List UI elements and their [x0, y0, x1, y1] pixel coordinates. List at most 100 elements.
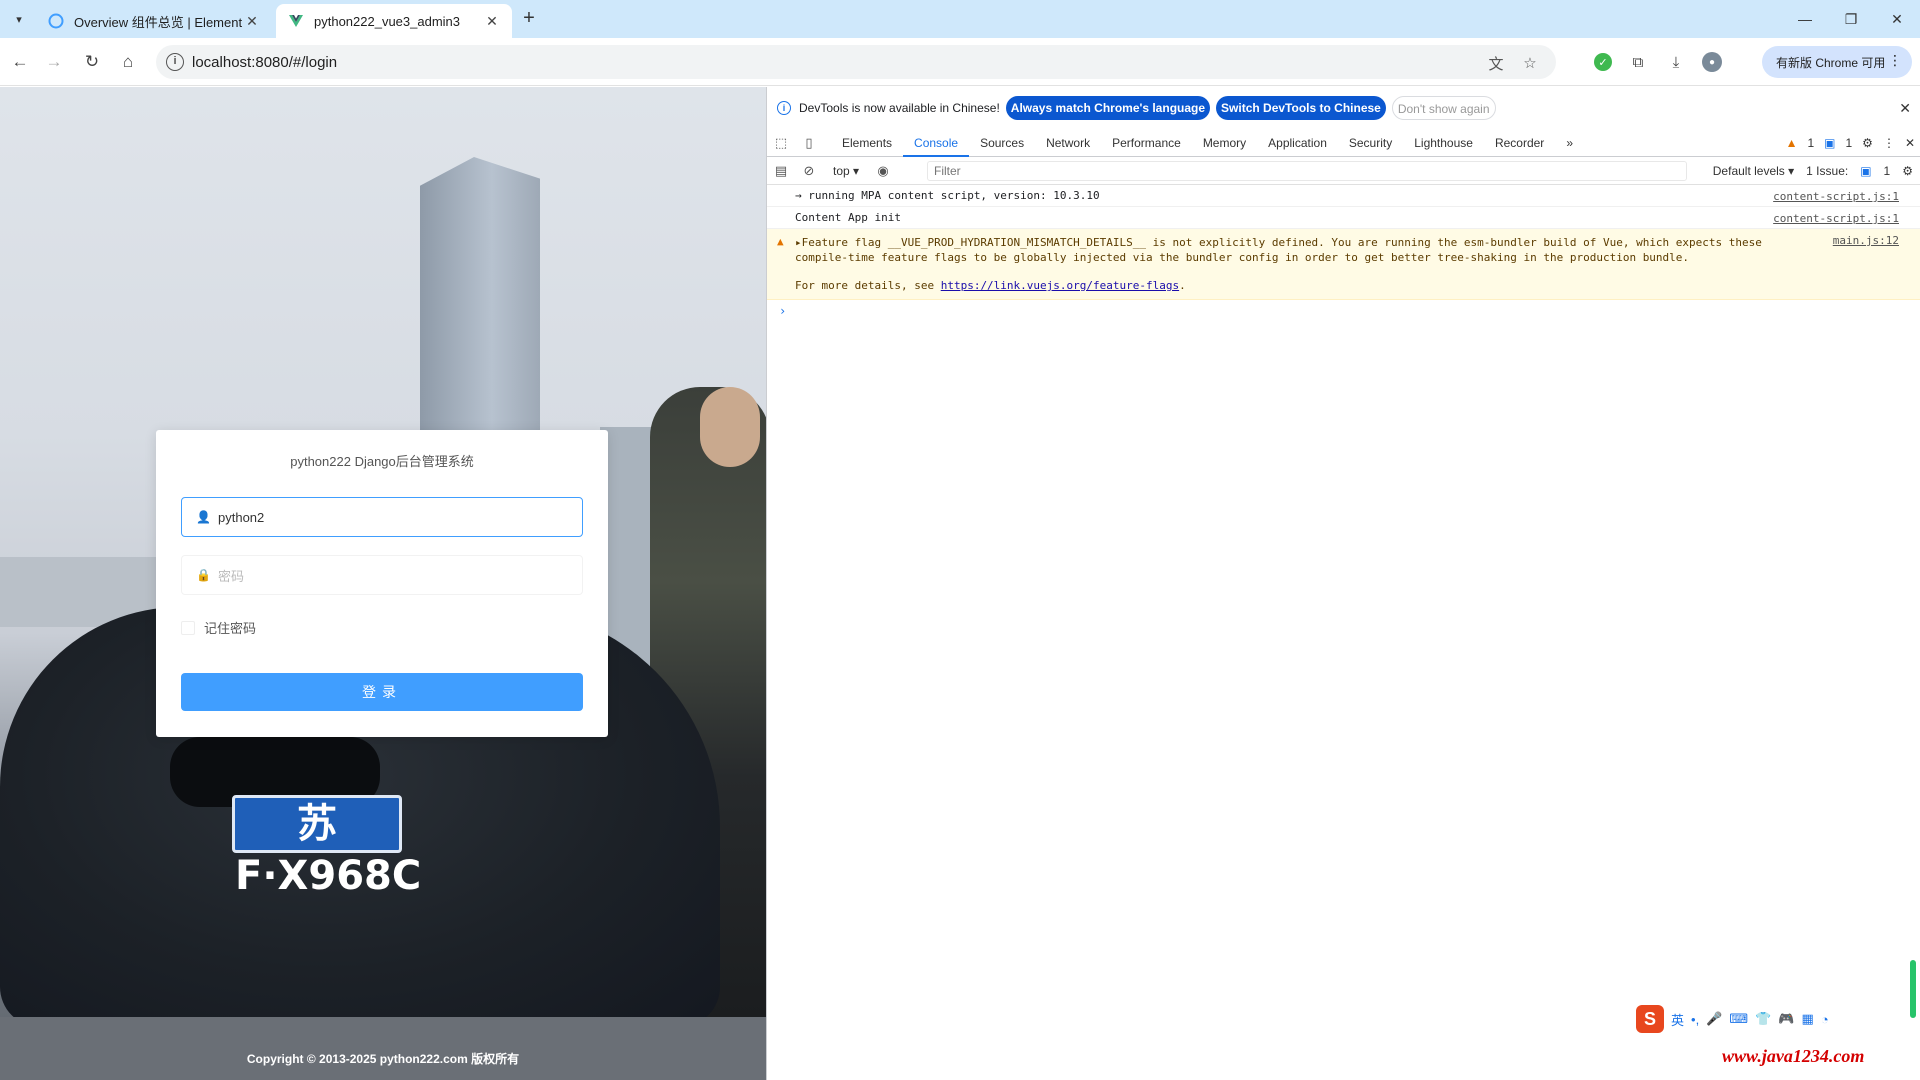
tab-recorder[interactable]: Recorder — [1484, 129, 1555, 157]
back-arrow-icon[interactable]: ← — [8, 50, 32, 74]
page-viewport: 苏F·X968C python222 Django后台管理系统 👤 python… — [0, 87, 766, 1080]
more-tabs-chevron-icon[interactable]: » — [1555, 129, 1584, 157]
levels-label: Default levels — [1712, 164, 1785, 178]
match-language-button[interactable]: Always match Chrome's language — [1005, 96, 1211, 120]
emoji-icon[interactable]: ◔ — [1821, 1012, 1829, 1027]
bookmark-star-icon[interactable]: ☆ — [1520, 53, 1540, 73]
tab-memory[interactable]: Memory — [1192, 129, 1257, 157]
profile-avatar-icon[interactable]: ● — [1702, 52, 1722, 72]
source-link[interactable]: content-script.js:1 — [1773, 190, 1899, 203]
keyboard-icon[interactable]: ⌨ — [1729, 1011, 1748, 1027]
banner-close-icon[interactable]: ✕ — [1899, 100, 1911, 117]
sidebar-toggle-icon[interactable]: ▤ — [767, 163, 795, 179]
side-green-bar — [1910, 960, 1916, 1018]
clear-console-icon[interactable]: ⊘ — [795, 163, 823, 179]
gamepad-icon[interactable]: 🎮 — [1778, 1011, 1794, 1027]
tab-security[interactable]: Security — [1338, 129, 1403, 157]
tab-application[interactable]: Application — [1257, 129, 1338, 157]
expand-triangle-icon[interactable]: ▸ — [795, 236, 802, 249]
source-link[interactable]: content-script.js:1 — [1773, 212, 1899, 225]
console-toolbar: ▤ ⊘ top ▾ ◉ Default levels ▾ 1 Issue: ▣ … — [767, 157, 1920, 185]
browser-tab-element[interactable]: Overview 组件总览 | Element ✕ — [36, 4, 272, 38]
console-settings-gear-icon[interactable]: ⚙ — [1902, 164, 1913, 178]
devtools-language-banner: i DevTools is now available in Chinese! … — [767, 87, 1920, 129]
message-count[interactable]: 1 — [1845, 136, 1852, 150]
tab-network[interactable]: Network — [1035, 129, 1101, 157]
menu-kebab-icon[interactable]: ⋮ — [1888, 52, 1902, 69]
punctuation-icon[interactable]: •, — [1691, 1012, 1699, 1027]
console-message: → running MPA content script, version: 1… — [767, 185, 1920, 207]
download-icon[interactable]: ⤓ — [1664, 50, 1688, 74]
password-input[interactable]: 🔒 密码 — [181, 555, 583, 595]
home-icon[interactable]: ⌂ — [116, 50, 140, 74]
copyright-text: Copyright © 2013-2025 python222.com 版权所有 — [246, 1052, 520, 1066]
tab-close-icon[interactable]: ✕ — [244, 13, 260, 30]
tab-close-icon[interactable]: ✕ — [484, 13, 500, 30]
tab-performance[interactable]: Performance — [1101, 129, 1192, 157]
tab-search-chevron-icon[interactable]: ▾ — [8, 8, 30, 30]
window-controls: — ❐ ✕ — [1782, 0, 1920, 38]
tab-console[interactable]: Console — [903, 129, 970, 157]
extension-green-shield-icon[interactable]: ✓ — [1594, 53, 1612, 71]
tab-sources[interactable]: Sources — [969, 129, 1035, 157]
login-button[interactable]: 登录 — [181, 673, 583, 711]
extensions-puzzle-icon[interactable]: ⧉ — [1626, 50, 1650, 74]
lock-icon: 🔒 — [196, 568, 211, 582]
console-prompt[interactable]: › — [767, 300, 1920, 318]
console-message: Content App init content-script.js:1 — [767, 207, 1920, 229]
inspect-element-icon[interactable]: ⬚ — [767, 135, 795, 151]
issues-count[interactable]: 1 — [1884, 164, 1891, 178]
new-tab-plus-icon[interactable]: + — [518, 8, 540, 30]
restore-icon[interactable]: ❐ — [1828, 0, 1874, 38]
element-favicon-icon — [48, 13, 64, 29]
feature-flags-link[interactable]: https://link.vuejs.org/feature-flags — [941, 279, 1179, 292]
switch-chinese-button[interactable]: Switch DevTools to Chinese — [1216, 96, 1386, 120]
chrome-update-button[interactable]: 有新版 Chrome 可用 ⋮ — [1762, 46, 1912, 78]
reload-icon[interactable]: ↻ — [80, 50, 104, 74]
message-bubble-icon[interactable]: ▣ — [1824, 136, 1835, 150]
username-value[interactable]: python2 — [218, 510, 264, 525]
tab-title: python222_vue3_admin3 — [314, 13, 461, 29]
site-info-icon[interactable]: i — [166, 53, 184, 71]
log-levels-dropdown[interactable]: Default levels ▾ — [1713, 164, 1794, 178]
context-selector[interactable]: top ▾ — [823, 164, 869, 178]
tab-title: Overview 组件总览 | Element — [74, 14, 243, 30]
remember-password[interactable]: 记住密码 — [181, 618, 256, 637]
device-toolbar-icon[interactable]: ▯ — [795, 135, 823, 151]
close-window-icon[interactable]: ✕ — [1874, 0, 1920, 38]
tab-lighthouse[interactable]: Lighthouse — [1403, 129, 1484, 157]
login-card: python222 Django后台管理系统 👤 python2 🔒 密码 记住… — [156, 430, 608, 737]
address-url[interactable]: localhost:8080/#/login — [192, 54, 337, 71]
source-link[interactable]: main.js:12 — [1833, 234, 1899, 247]
grid-menu-icon[interactable]: ▦ — [1802, 1011, 1814, 1027]
issues-icon[interactable]: ▣ — [1860, 164, 1871, 178]
banner-message: DevTools is now available in Chinese! — [799, 101, 1000, 115]
license-plate: 苏F·X968C — [232, 795, 421, 899]
console-filter-input[interactable] — [927, 161, 1687, 181]
browser-toolbar: ← → ↻ ⌂ i localhost:8080/#/login 文 ☆ ✓ ⧉… — [0, 38, 1920, 86]
forward-arrow-icon[interactable]: → — [42, 50, 66, 74]
remember-checkbox[interactable] — [181, 620, 195, 635]
username-input[interactable]: 👤 python2 — [181, 497, 583, 537]
tab-elements[interactable]: Elements — [831, 129, 903, 157]
devtools-close-icon[interactable]: ✕ — [1905, 136, 1915, 150]
ime-language[interactable]: 英 — [1671, 1010, 1684, 1029]
password-placeholder[interactable]: 密码 — [218, 566, 244, 585]
issues-label[interactable]: 1 Issue: — [1806, 164, 1848, 178]
browser-tab-strip: ▾ Overview 组件总览 | Element ✕ python222_vu… — [0, 0, 1920, 38]
address-bar[interactable]: i localhost:8080/#/login 文 ☆ — [156, 45, 1556, 79]
minimize-icon[interactable]: — — [1782, 0, 1828, 38]
devtools-menu-kebab-icon[interactable]: ⋮ — [1883, 136, 1895, 150]
skin-shirt-icon[interactable]: 👕 — [1755, 1011, 1771, 1027]
more-details-text: For more details, see — [795, 279, 935, 292]
warning-count[interactable]: 1 — [1807, 136, 1814, 150]
microphone-icon[interactable]: 🎤 — [1706, 1011, 1722, 1027]
user-icon: 👤 — [196, 510, 211, 524]
live-expression-eye-icon[interactable]: ◉ — [869, 163, 897, 179]
settings-gear-icon[interactable]: ⚙ — [1862, 136, 1873, 150]
warning-triangle-icon[interactable]: ▲ — [1786, 136, 1798, 150]
dont-show-again-button[interactable]: Don't show again — [1391, 96, 1496, 120]
translate-icon[interactable]: 文 — [1486, 53, 1506, 73]
sogou-logo-icon[interactable]: S — [1636, 1005, 1664, 1033]
browser-tab-admin[interactable]: python222_vue3_admin3 ✕ — [276, 4, 512, 38]
